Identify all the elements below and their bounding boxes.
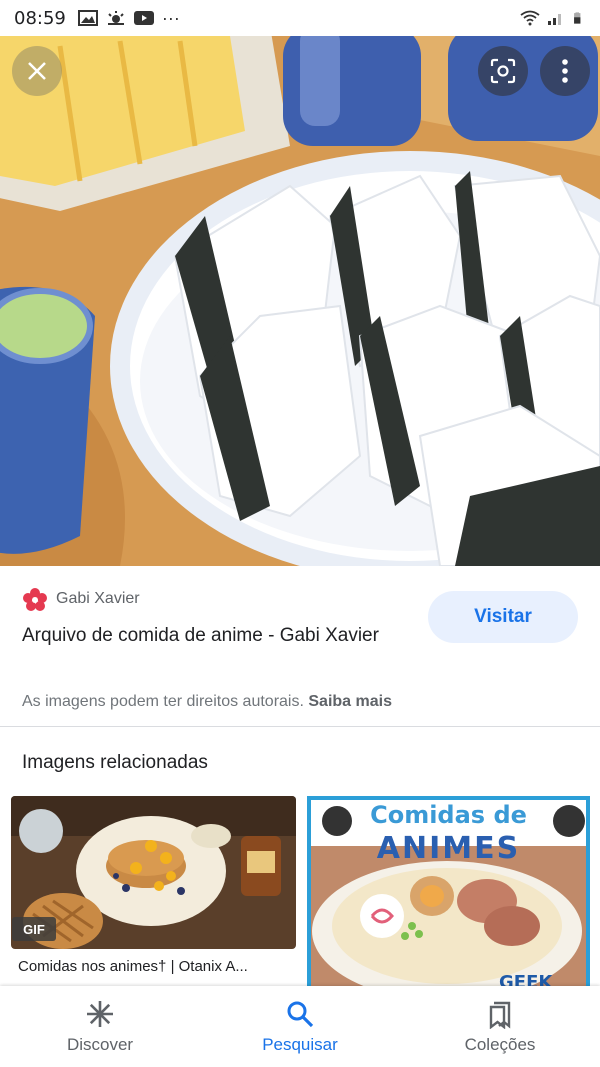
result-info: Gabi Xavier Arquivo de comida de anime -…: [0, 566, 600, 726]
hero-image[interactable]: [0, 36, 600, 566]
nav-discover[interactable]: Discover: [0, 986, 200, 1067]
result-title[interactable]: Arquivo de comida de anime - Gabi Xavier: [22, 621, 402, 651]
close-button[interactable]: [12, 46, 62, 96]
signal-icon: [548, 14, 561, 25]
gallery-icon: [77, 10, 98, 26]
lens-button[interactable]: [478, 46, 528, 96]
learn-more-link[interactable]: Saiba mais: [308, 693, 392, 710]
bottom-navigation: Discover Pesquisar Coleções: [0, 986, 600, 1067]
lens-icon: [490, 58, 516, 84]
source-row[interactable]: Gabi Xavier: [22, 586, 140, 612]
overlay-title-line2: ANIMES: [376, 831, 521, 866]
copyright-text: As imagens podem ter direitos autorais.: [22, 693, 304, 710]
nav-collections-label: Coleções: [464, 1034, 536, 1054]
source-name: Gabi Xavier: [56, 590, 140, 607]
status-time: 08:59: [14, 7, 66, 29]
onigiri-illustration: [0, 36, 600, 566]
nav-collections[interactable]: Coleções: [400, 986, 600, 1067]
wifi-icon: [520, 10, 540, 26]
collections-icon: [489, 1001, 511, 1029]
weather-icon: [107, 11, 124, 25]
related-heading: Imagens relacionadas: [22, 752, 208, 773]
nav-discover-label: Discover: [66, 1034, 134, 1054]
status-bar: 08:59 ···: [0, 0, 600, 36]
nav-search[interactable]: Pesquisar: [200, 986, 400, 1067]
related-caption-1[interactable]: Comidas nos animes† | Otanix A...: [18, 958, 293, 975]
status-overflow: ···: [161, 7, 180, 28]
related-image-2[interactable]: Comidas de ANIMES GEEK: [307, 796, 590, 986]
youtube-icon: [133, 11, 154, 25]
overlay-corner-text: GEEK: [499, 972, 553, 986]
nav-search-label: Pesquisar: [262, 1034, 338, 1054]
gif-badge: GIF: [12, 917, 56, 941]
more-vert-icon: [562, 59, 568, 83]
divider: [0, 726, 600, 727]
search-icon: [287, 1001, 314, 1027]
overlay-title-line1: Comidas de: [370, 801, 527, 829]
more-options-button[interactable]: [540, 46, 590, 96]
copyright-notice: As imagens podem ter direitos autorais. …: [22, 693, 392, 711]
battery-icon: [574, 12, 581, 24]
visit-button[interactable]: Visitar: [428, 591, 578, 643]
related-overlay-title: Comidas de ANIMES: [307, 801, 590, 866]
source-logo-icon: [23, 588, 47, 611]
asterisk-icon: [87, 1000, 113, 1027]
close-icon: [28, 62, 46, 80]
